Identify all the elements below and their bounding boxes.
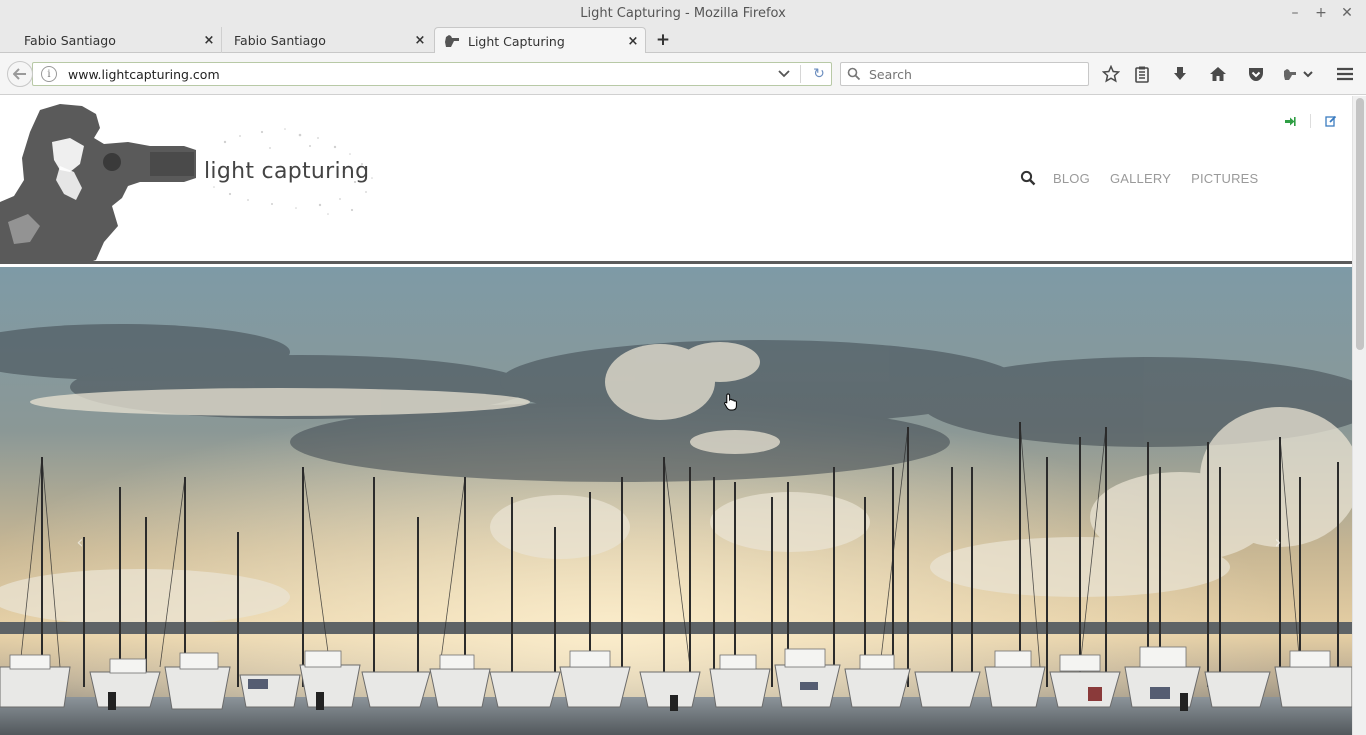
minimize-button[interactable]: – bbox=[1288, 4, 1302, 22]
search-icon bbox=[847, 67, 861, 81]
tab-close-icon[interactable]: × bbox=[412, 33, 428, 48]
url-divider bbox=[800, 65, 801, 83]
web-page: light capturing BLOG GALLERY PICTURES ‹ … bbox=[0, 96, 1352, 735]
close-window-button[interactable]: ✕ bbox=[1340, 4, 1354, 22]
tab-fabio-santiago-2[interactable]: Fabio Santiago × bbox=[210, 27, 432, 53]
site-nav: BLOG GALLERY PICTURES bbox=[1020, 170, 1278, 186]
nav-link-gallery[interactable]: GALLERY bbox=[1110, 171, 1171, 186]
tab-label: Fabio Santiago bbox=[234, 32, 326, 48]
tab-strip: Fabio Santiago × Fabio Santiago × Light … bbox=[0, 27, 1366, 54]
search-icon[interactable] bbox=[1020, 170, 1036, 186]
navigation-toolbar: i www.lightcapturing.com ↻ bbox=[0, 53, 1366, 95]
tab-fabio-santiago-1[interactable]: Fabio Santiago × bbox=[0, 27, 222, 53]
hero-slider[interactable]: ‹ › bbox=[0, 267, 1352, 735]
site-logo[interactable]: light capturing bbox=[0, 102, 380, 264]
nav-link-blog[interactable]: BLOG bbox=[1053, 171, 1090, 186]
page-scrollbar[interactable] bbox=[1352, 96, 1366, 735]
window-titlebar: Light Capturing - Mozilla Firefox – + ✕ bbox=[0, 0, 1366, 27]
new-tab-button[interactable]: + bbox=[654, 31, 672, 49]
back-button[interactable] bbox=[7, 61, 33, 87]
chevron-down-icon[interactable] bbox=[774, 68, 794, 81]
hero-harbor-photo bbox=[0, 267, 1352, 735]
extension-photographer-icon[interactable] bbox=[1282, 63, 1318, 85]
header-account-icons bbox=[1283, 114, 1338, 128]
window-controls: – + ✕ bbox=[1288, 4, 1354, 22]
hand-cursor-icon bbox=[724, 393, 737, 411]
home-icon[interactable] bbox=[1207, 63, 1229, 85]
photographer-favicon-icon bbox=[444, 33, 460, 49]
menu-icon[interactable] bbox=[1334, 63, 1356, 85]
site-header: light capturing BLOG GALLERY PICTURES bbox=[0, 96, 1352, 264]
login-icon[interactable] bbox=[1283, 114, 1297, 128]
tab-close-icon[interactable]: × bbox=[625, 34, 641, 49]
tab-label: Fabio Santiago bbox=[24, 32, 116, 48]
url-bar[interactable]: i www.lightcapturing.com ↻ bbox=[32, 62, 832, 86]
pocket-icon[interactable] bbox=[1245, 63, 1267, 85]
logo-text: light capturing bbox=[204, 159, 370, 184]
download-icon[interactable] bbox=[1169, 63, 1191, 85]
scrollbar-thumb[interactable] bbox=[1356, 98, 1364, 350]
back-icon bbox=[13, 68, 26, 80]
search-bar[interactable] bbox=[840, 62, 1089, 86]
tab-label: Light Capturing bbox=[468, 33, 565, 49]
maximize-button[interactable]: + bbox=[1314, 4, 1328, 22]
slider-next-arrow[interactable]: › bbox=[1270, 533, 1286, 553]
nav-link-pictures[interactable]: PICTURES bbox=[1191, 171, 1258, 186]
reading-list-icon[interactable] bbox=[1131, 63, 1153, 85]
reload-icon[interactable]: ↻ bbox=[807, 66, 831, 82]
search-input[interactable] bbox=[869, 66, 1069, 82]
edit-icon[interactable] bbox=[1324, 114, 1338, 128]
slider-prev-arrow[interactable]: ‹ bbox=[72, 533, 88, 553]
url-input[interactable]: www.lightcapturing.com bbox=[68, 67, 774, 82]
info-icon[interactable]: i bbox=[41, 66, 57, 82]
tab-light-capturing[interactable]: Light Capturing × bbox=[434, 27, 646, 54]
window-title: Light Capturing - Mozilla Firefox bbox=[580, 6, 786, 21]
bookmark-star-icon[interactable] bbox=[1100, 63, 1122, 85]
header-icon-divider bbox=[1310, 114, 1311, 128]
